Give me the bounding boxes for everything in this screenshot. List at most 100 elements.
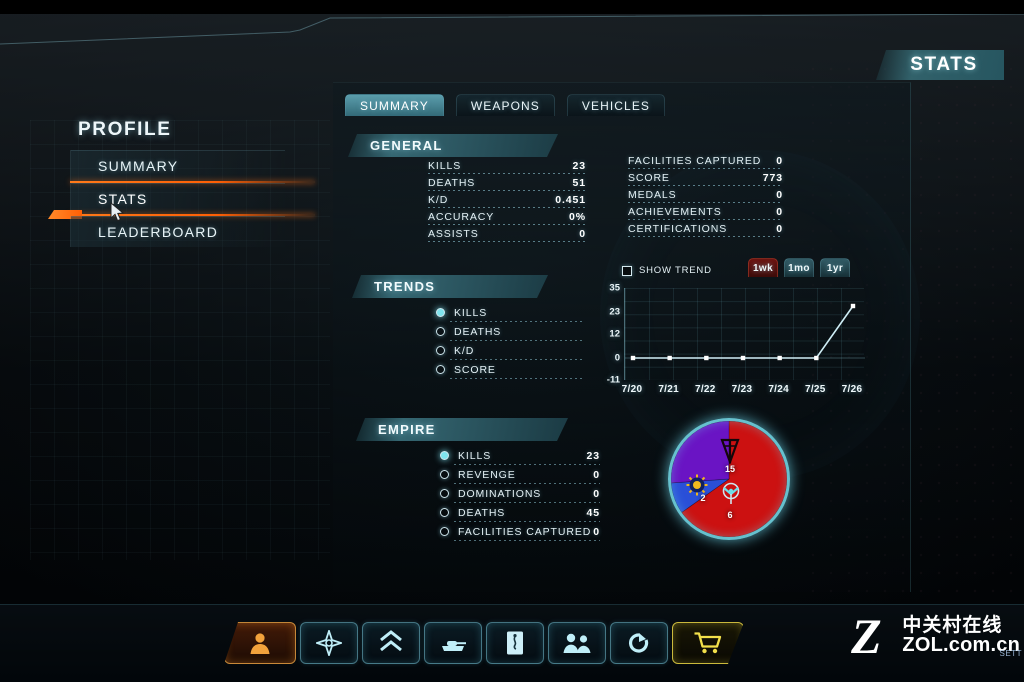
radio-icon (440, 489, 449, 498)
stat-row: CERTIFICATIONS 0 (628, 220, 783, 237)
tab-label: WEAPONS (470, 98, 540, 113)
empire-option-dominations[interactable]: DOMINATIONS 0 (440, 484, 600, 503)
tab-summary[interactable]: SUMMARY (345, 94, 444, 116)
checkbox-icon[interactable] (622, 265, 632, 276)
trend-option-label: DEATHS (454, 325, 502, 338)
chart-x-tick: 7/21 (658, 384, 679, 395)
chart-y-tick: 12 (609, 328, 620, 340)
trend-option-label: K/D (454, 344, 475, 357)
period-button-1yr[interactable]: 1yr (820, 258, 850, 277)
trend-option-score[interactable]: SCORE (436, 360, 584, 379)
stat-value: 773 (762, 171, 783, 184)
stat-row: MEDALS 0 (628, 186, 783, 203)
chart-plot-area (624, 288, 865, 380)
empire-option-label: KILLS (458, 449, 492, 462)
screen-top-bezel (0, 0, 1024, 14)
toolbar-button-profile[interactable] (224, 622, 296, 664)
content-tabs: SUMMARY WEAPONS VEHICLES (345, 94, 666, 116)
compass-map-icon (316, 630, 342, 656)
empire-option-kills[interactable]: KILLS 23 (440, 446, 600, 465)
tab-weapons[interactable]: WEAPONS (455, 94, 555, 116)
sidebar-item-summary[interactable]: SUMMARY (70, 150, 285, 181)
empire-option-label: FACILITIES CAPTURED (458, 525, 592, 538)
stat-value: 0 (776, 188, 783, 201)
stat-value: 0.451 (555, 193, 586, 206)
tab-vehicles[interactable]: VEHICLES (566, 94, 666, 116)
toolbar-button-map[interactable] (300, 622, 358, 664)
chart-y-axis-labels: 35 23 12 0 -11 (596, 283, 620, 386)
radio-icon (440, 470, 449, 479)
trend-option-deaths[interactable]: DEATHS (436, 322, 584, 341)
pie-slice-label-vs: 6 (727, 510, 733, 520)
empire-option-value: 23 (586, 449, 600, 462)
empire-option-revenge[interactable]: REVENGE 0 (440, 465, 600, 484)
tab-label: SUMMARY (360, 98, 429, 113)
period-label: 1mo (788, 262, 810, 274)
stat-label: K/D (428, 193, 449, 206)
toolbar-button-vehicles[interactable] (424, 622, 482, 664)
empire-option-value: 0 (593, 487, 600, 500)
period-label: 1wk (752, 262, 774, 274)
stat-label: DEATHS (428, 176, 476, 189)
chart-x-tick: 7/22 (694, 384, 716, 395)
stat-row: ACHIEVEMENTS 0 (628, 203, 783, 220)
toolbar-button-rank[interactable] (362, 622, 420, 664)
trend-option-label: SCORE (454, 363, 496, 376)
toolbar-button-respawn[interactable] (610, 622, 668, 664)
stat-value: 23 (572, 159, 586, 172)
pie-slice-label-nc: 2 (700, 493, 706, 503)
trend-option-kills[interactable]: KILLS (436, 303, 584, 322)
trend-option-kd[interactable]: K/D (436, 341, 584, 360)
chart-y-tick: 23 (609, 306, 620, 318)
shopping-cart-icon (693, 631, 723, 655)
chart-x-tick: 7/24 (768, 384, 789, 395)
section-header-trends: TRENDS (352, 275, 548, 298)
power-respawn-icon (629, 633, 649, 653)
sidebar-item-label: LEADERBOARD (98, 224, 219, 240)
toolbar-button-store[interactable] (672, 622, 744, 664)
toolbar-button-missions[interactable] (486, 622, 544, 664)
toolbar-button-squad[interactable] (548, 622, 606, 664)
empire-option-facilities-captured[interactable]: FACILITIES CAPTURED 0 (440, 522, 600, 541)
chart-x-tick: 7/23 (731, 384, 753, 395)
stat-row: ACCURACY 0% (428, 208, 586, 225)
stat-label: ASSISTS (428, 227, 479, 240)
stat-value: 0 (776, 222, 783, 235)
show-trend-toggle[interactable]: SHOW TREND (622, 265, 712, 276)
empire-option-value: 0 (593, 525, 600, 538)
sidebar-item-leaderboard[interactable]: LEADERBOARD (70, 216, 285, 247)
empire-option-label: DOMINATIONS (458, 487, 542, 500)
empire-option-value: 45 (586, 506, 600, 519)
soldier-profile-icon (250, 633, 270, 654)
watermark-chinese: 中关村在线 (902, 615, 1003, 637)
sidebar-item-stats[interactable]: STATS (70, 183, 285, 214)
general-stats-right-column: FACILITIES CAPTURED 0 SCORE 773 MEDALS 0… (628, 152, 783, 237)
terran-republic-faction-icon (720, 438, 740, 464)
stat-row: ASSISTS 0 (428, 225, 586, 242)
stat-row: SCORE 773 (628, 169, 783, 186)
trend-option-label: KILLS (454, 306, 488, 319)
chart-x-tick: 7/20 (621, 384, 643, 395)
stat-row: K/D 0.451 (428, 191, 586, 208)
bottom-toolbar (224, 618, 744, 664)
stat-label: KILLS (428, 159, 462, 172)
sidebar-item-label: SUMMARY (98, 158, 179, 174)
zol-logo-icon: Z (851, 608, 882, 664)
squad-people-icon (563, 633, 591, 653)
trend-line-chart: 35 23 12 0 -11 7/20 7/21 7/22 7/23 7/24 7/25 7/26 (596, 283, 866, 398)
rank-chevron-icon (380, 630, 402, 652)
empire-option-deaths[interactable]: DEATHS 45 (440, 503, 600, 522)
stat-label: CERTIFICATIONS (628, 222, 728, 235)
vanu-sovereignty-faction-icon (722, 482, 740, 504)
section-header-general: GENERAL (348, 134, 558, 157)
stat-value: 0% (569, 210, 586, 223)
period-button-1mo[interactable]: 1mo (784, 258, 814, 277)
period-button-1wk[interactable]: 1wk (748, 258, 778, 277)
radio-icon (440, 527, 449, 536)
empire-option-label: REVENGE (458, 468, 516, 481)
sidebar-header: PROFILE (78, 119, 172, 140)
hud-diagonal-accent-line (0, 14, 1024, 50)
empire-option-label: DEATHS (458, 506, 506, 519)
empire-pie-chart: 15 2 6 (668, 418, 790, 540)
stat-label: MEDALS (628, 188, 677, 201)
